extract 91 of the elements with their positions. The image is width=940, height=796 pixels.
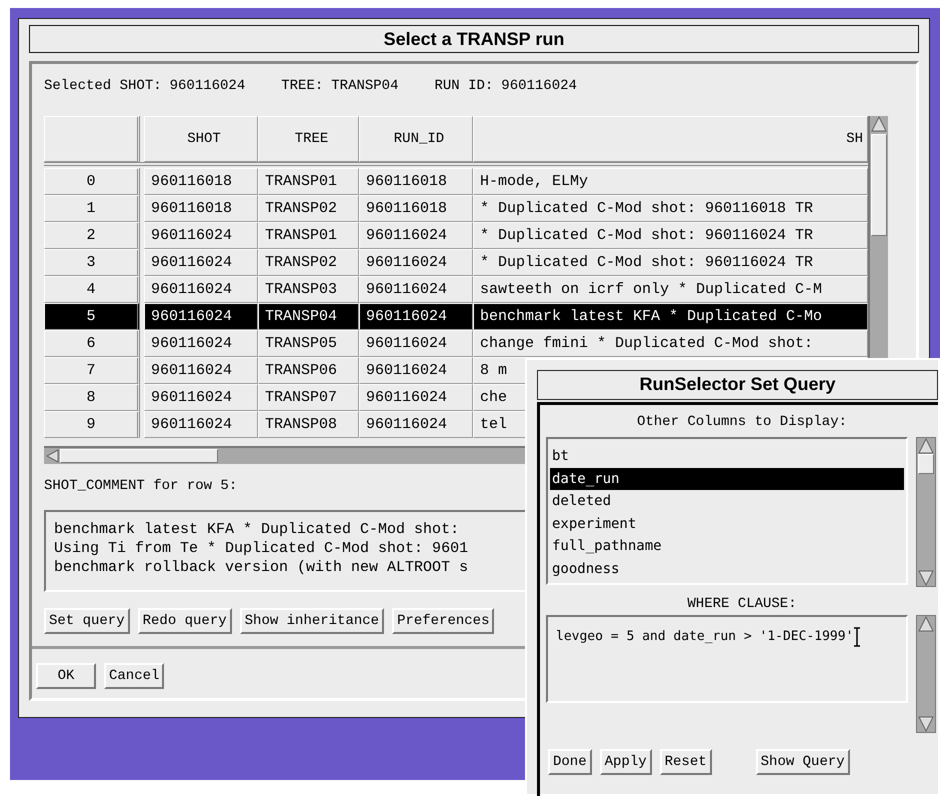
table-cell[interactable]: TRANSP01	[258, 222, 359, 249]
selection-label: Selected SHOT:	[44, 78, 162, 94]
row-number[interactable]: 7	[44, 357, 140, 384]
table-cell[interactable]: benchmark latest KFA * Duplicated C-Mo	[473, 303, 868, 330]
table-cell[interactable]: 960116018	[359, 168, 473, 195]
scroll-left-icon[interactable]	[46, 449, 60, 463]
row-number[interactable]: 9	[44, 411, 140, 438]
list-item[interactable]: date_run	[550, 468, 904, 490]
table-cell[interactable]: 960116024	[359, 303, 473, 330]
row-number[interactable]: 4	[44, 276, 140, 303]
table-cell[interactable]: 960116024	[359, 276, 473, 303]
vertical-scrollbar[interactable]	[916, 437, 936, 587]
table-cell[interactable]: 960116024	[144, 330, 258, 357]
toolbar-button[interactable]: Preferences	[392, 608, 494, 634]
comment-label: SHOT_COMMENT for row 5:	[44, 478, 238, 496]
column-header[interactable]: TREE	[258, 116, 359, 162]
row-number[interactable]: 8	[44, 384, 140, 411]
column-header[interactable]: SHOT	[144, 116, 258, 162]
table-cell[interactable]: TRANSP06	[258, 357, 359, 384]
table-cell[interactable]: TRANSP08	[258, 411, 359, 438]
table-cell[interactable]: TRANSP01	[258, 168, 359, 195]
list-item[interactable]: deleted	[550, 490, 904, 512]
scroll-thumb[interactable]	[60, 449, 218, 463]
where-clause-field[interactable]: levgeo = 5 and date_run > '1-DEC-1999'	[546, 615, 908, 703]
table-cell[interactable]: 960116024	[144, 276, 258, 303]
scroll-thumb[interactable]	[871, 134, 887, 236]
table-cell[interactable]: 960116024	[359, 222, 473, 249]
toolbar-button[interactable]: Set query	[44, 608, 130, 634]
dialog-button[interactable]: OK	[36, 663, 96, 689]
column-header[interactable]: RUN_ID	[359, 116, 473, 162]
table-cell[interactable]: TRANSP07	[258, 384, 359, 411]
table-cell[interactable]: sawteeth on icrf only * Duplicated C-M	[473, 276, 868, 303]
dialog-title: RunSelector Set Query	[537, 370, 938, 400]
table-cell[interactable]: * Duplicated C-Mod shot: 960116018 TR	[473, 195, 868, 222]
column-header[interactable]: SH	[473, 116, 868, 162]
text-cursor-icon	[853, 627, 862, 647]
row-number[interactable]: 2	[44, 222, 140, 249]
scroll-down-icon[interactable]	[918, 570, 934, 586]
list-item[interactable]: experiment	[550, 512, 904, 535]
dialog-button[interactable]: Cancel	[104, 663, 164, 689]
table-cell[interactable]: TRANSP02	[258, 249, 359, 276]
table-cell[interactable]: 960116024	[144, 249, 258, 276]
selection-value: 960116024	[170, 78, 246, 94]
list-item[interactable]: bt	[550, 445, 904, 468]
table-cell[interactable]: H-mode, ELMy	[473, 168, 868, 195]
row-number[interactable]: 6	[44, 330, 140, 357]
table-cell[interactable]: 960116018	[359, 195, 473, 222]
table-cell[interactable]: TRANSP03	[258, 276, 359, 303]
selection-label: RUN ID:	[434, 78, 494, 94]
table-cell[interactable]: 960116024	[359, 330, 473, 357]
selection-value: TRANSP04	[331, 78, 398, 94]
table-cell[interactable]: 960116018	[144, 195, 258, 222]
dialog-button[interactable]: Reset	[660, 749, 712, 775]
table-cell[interactable]: 960116024	[359, 411, 473, 438]
selection-label: TREE:	[281, 78, 324, 94]
table-cell[interactable]: 960116024	[144, 303, 258, 330]
row-number[interactable]: 3	[44, 249, 140, 276]
window-title: Select a TRANSP run	[29, 25, 919, 53]
where-label: WHERE CLAUSE:	[686, 595, 798, 614]
list-item[interactable]: full_pathname	[550, 535, 904, 558]
show-query-button[interactable]: Show Query	[756, 749, 850, 775]
list-label: Other Columns to Display:	[636, 413, 848, 432]
table-cell[interactable]: 960116024	[144, 384, 258, 411]
table-cell[interactable]: TRANSP04	[258, 303, 359, 330]
scroll-up-icon[interactable]	[918, 616, 934, 632]
scroll-thumb[interactable]	[918, 454, 934, 474]
table-cell[interactable]: 960116024	[144, 357, 258, 384]
row-number[interactable]: 0	[44, 168, 140, 195]
table-cell[interactable]: 960116024	[359, 357, 473, 384]
scroll-up-icon[interactable]	[918, 438, 934, 454]
table-cell[interactable]: 960116024	[144, 222, 258, 249]
toolbar-button[interactable]: Redo query	[138, 608, 232, 634]
table-cell[interactable]: change fmini * Duplicated C-Mod shot:	[473, 330, 868, 357]
table-cell[interactable]: 960116018	[144, 168, 258, 195]
table-cell[interactable]: TRANSP02	[258, 195, 359, 222]
dialog-button[interactable]: Done	[548, 749, 592, 775]
vertical-scrollbar[interactable]	[916, 615, 936, 733]
list-item[interactable]: goodness	[550, 558, 904, 580]
dialog-button[interactable]: Apply	[600, 749, 652, 775]
table-cell[interactable]: 960116024	[359, 249, 473, 276]
table-cell[interactable]: * Duplicated C-Mod shot: 960116024 TR	[473, 249, 868, 276]
row-number[interactable]: 1	[44, 195, 140, 222]
toolbar-button[interactable]: Show inheritance	[240, 608, 384, 634]
scroll-down-icon[interactable]	[918, 716, 934, 732]
row-number[interactable]: 5	[44, 303, 140, 330]
table-cell[interactable]: TRANSP05	[258, 330, 359, 357]
scroll-up-icon[interactable]	[871, 116, 887, 132]
table-cell[interactable]: 960116024	[144, 411, 258, 438]
table-cell[interactable]: 960116024	[359, 384, 473, 411]
table-cell[interactable]: * Duplicated C-Mod shot: 960116024 TR	[473, 222, 868, 249]
selection-value: 960116024	[501, 78, 577, 94]
